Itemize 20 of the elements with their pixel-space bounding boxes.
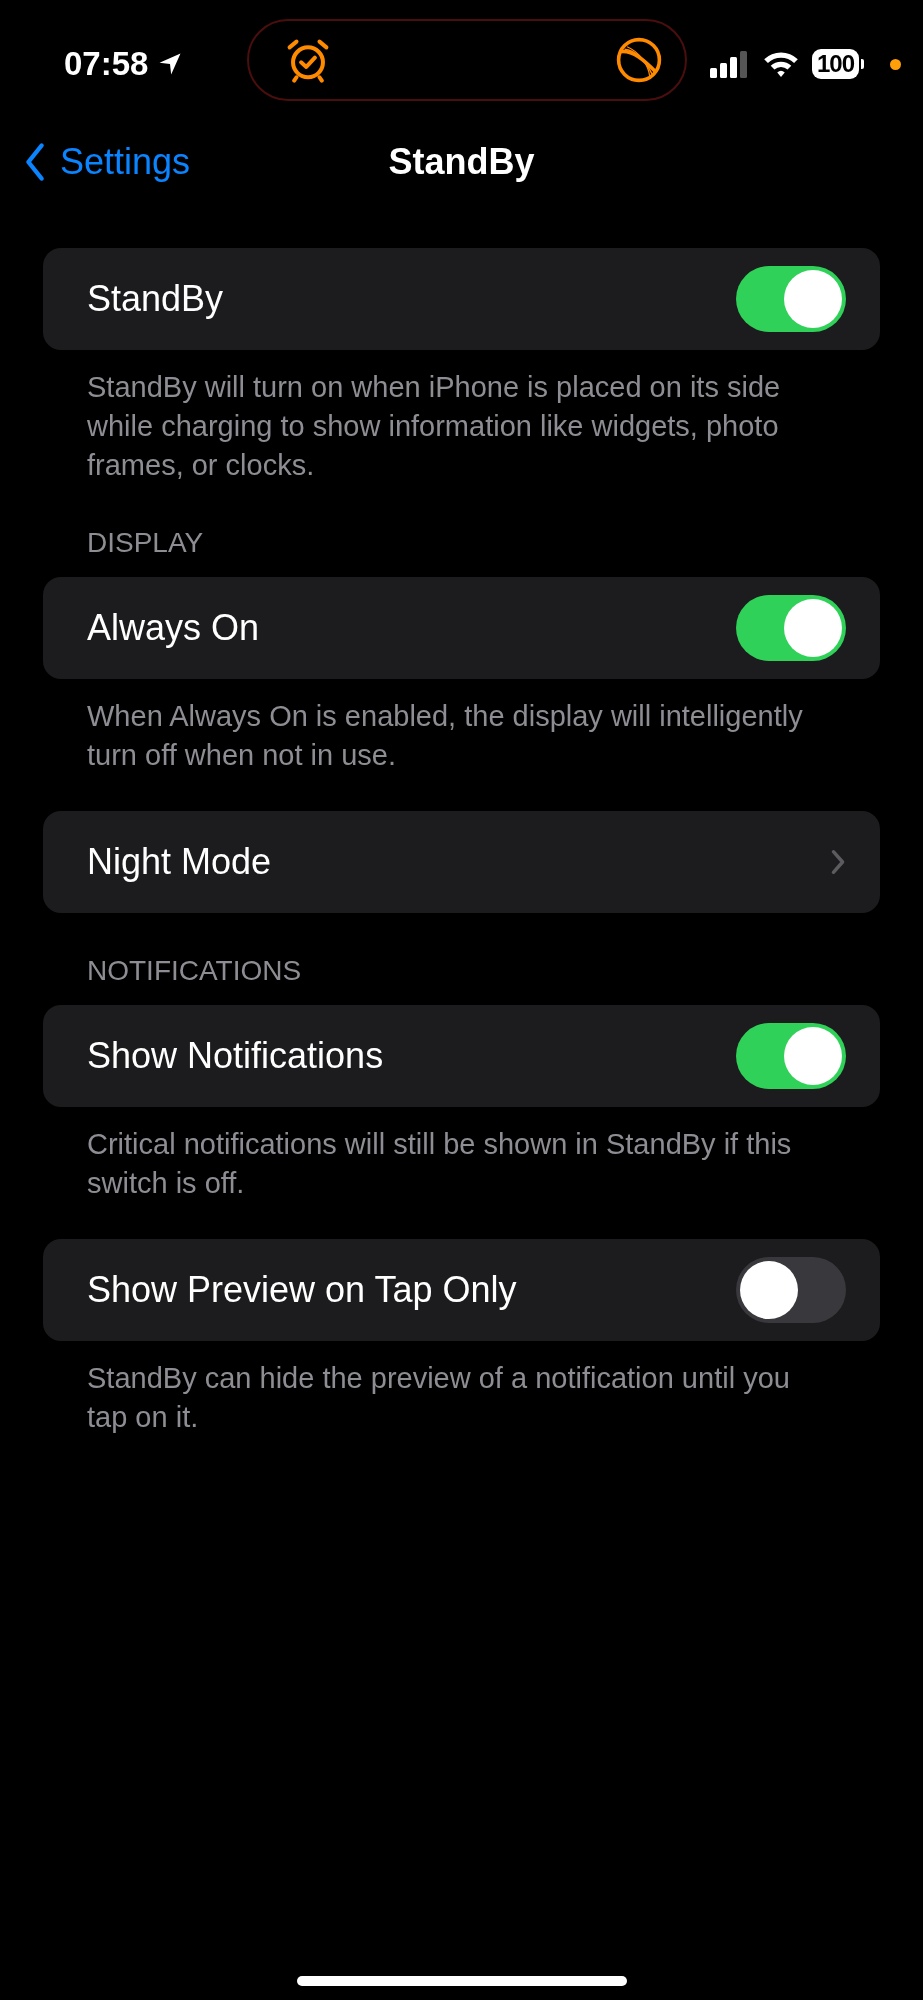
settings-row[interactable]: Night Mode bbox=[43, 811, 880, 913]
wifi-icon bbox=[761, 50, 800, 78]
chevron-left-icon bbox=[24, 142, 46, 182]
section-footer: When Always On is enabled, the display will intelligently turn off when not in use. bbox=[43, 697, 880, 775]
signal-icon bbox=[709, 50, 750, 78]
section-footer: StandBy will turn on when iPhone is placed on its side while charging to show information like widgets, photo frames, or clocks. bbox=[43, 368, 880, 485]
section-header: NOTIFICATIONS bbox=[86, 955, 303, 988]
section-footer: Critical notifications will still be shown in StandBy if this switch is off. bbox=[43, 1125, 880, 1203]
back-button[interactable]: Settings bbox=[24, 141, 191, 183]
status-time: 07:58 bbox=[64, 45, 149, 83]
row-label: Show Preview on Tap Only bbox=[87, 1269, 517, 1311]
row-label: Show Notifications bbox=[87, 1035, 384, 1077]
section-header: DISPLAY bbox=[86, 527, 205, 560]
row-label: StandBy bbox=[87, 278, 224, 320]
recording-dot bbox=[890, 58, 901, 70]
circle-slash-icon bbox=[614, 36, 663, 84]
chevron-right-icon bbox=[830, 848, 846, 876]
section-footer: StandBy can hide the preview of a notification until you tap on it. bbox=[43, 1359, 880, 1437]
page-title: StandBy bbox=[388, 141, 535, 183]
row-label: Always On bbox=[87, 607, 260, 649]
